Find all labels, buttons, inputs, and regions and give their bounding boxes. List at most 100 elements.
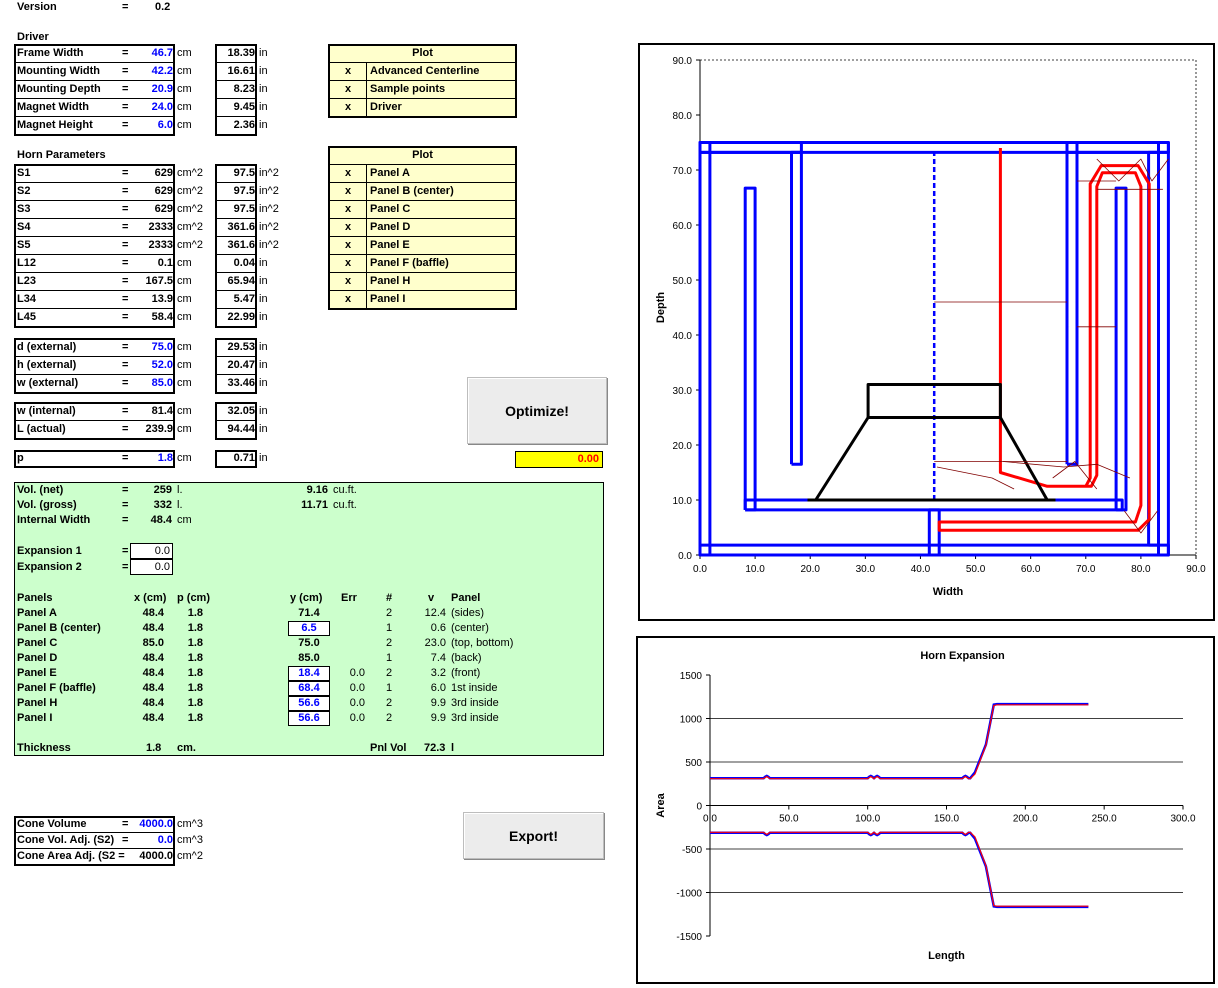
plot-toggle[interactable]: x [330,201,366,219]
row-inch-unit: in^2 [259,221,279,233]
y-tick-label: 20.0 [673,441,693,452]
thickness-value: 1.8 [146,742,162,754]
row-value[interactable]: 46.7 [135,45,173,63]
series-0-line-7 [700,141,803,154]
row-label: L45 [17,311,36,323]
y-tick-label: 50.0 [673,276,693,287]
row-inch-unit: in [259,47,268,59]
plot-toggle[interactable]: x [330,255,366,273]
panel-desc: 3rd inside [451,697,499,709]
p-value[interactable]: 1.8 [135,451,173,469]
plot-toggle[interactable]: x [330,165,366,183]
plot-toggle[interactable]: x [330,237,366,255]
panel-name: Panel F (baffle) [17,682,96,694]
optimize-button[interactable]: Optimize! [467,377,607,444]
row-value: 0.1 [157,257,173,269]
row-inch-value: 18.39 [227,47,255,59]
row-value: 2333 [148,221,173,233]
panel-y-input[interactable]: 68.4 [288,681,330,696]
expansion-2-input[interactable]: 0.0 [130,559,173,575]
x-tick-label: 150.0 [934,814,959,825]
row-inch-value: 8.23 [233,83,255,95]
series-0-lower [710,831,1089,909]
y-tick-label: 90.0 [673,56,693,67]
row-label: Mounting Width [17,65,100,77]
plot-item-label: Panel H [370,275,411,287]
row-unit: cm [177,275,192,287]
x-tick-label: 50.0 [779,814,799,825]
plot-toggle[interactable]: x [330,183,366,201]
cone-label: Cone Area Adj. (S2 = [17,850,125,862]
plot-toggle[interactable]: x [330,219,366,237]
series-0-line-2 [698,141,712,557]
row-eq: = [122,203,129,215]
panel-y-input[interactable]: 56.6 [288,696,330,711]
p-unit: cm [177,452,192,464]
expansion-2-label: Expansion 2 [17,561,82,573]
row-eq: = [122,423,129,435]
panel-y-input[interactable]: 56.6 [288,711,330,726]
row-unit: cm [177,423,192,435]
row-inch-unit: in [259,359,268,371]
row-unit: cm [177,293,192,305]
row-inch-value: 97.5 [233,185,255,197]
row-label: Mounting Depth [17,83,101,95]
plot-area [699,59,1197,556]
row-value[interactable]: 6.0 [135,117,173,135]
expansion-1-label: Expansion 1 [17,545,82,557]
panel-v: 9.9 [430,712,446,724]
row-value[interactable]: 75.0 [135,339,173,357]
driver-title: Driver [17,31,49,43]
panel-y: 71.4 [298,607,320,619]
header-v: v [428,592,435,604]
export-button[interactable]: Export! [463,812,604,859]
panel-y: 85.0 [298,652,320,664]
cone-unit: cm^3 [177,834,203,846]
cone-value[interactable]: 4000.0 [128,818,173,831]
row-value[interactable]: 52.0 [135,357,173,375]
row-value[interactable]: 42.2 [135,63,173,81]
series-0-line-5 [743,186,757,512]
expansion-1-input[interactable]: 0.0 [130,543,173,559]
row-value[interactable]: 20.9 [135,81,173,99]
x-tick-label: 200.0 [1013,814,1038,825]
panel-p: 1.8 [187,637,203,649]
panel-name: Panel C [17,637,58,649]
row-unit: cm^2 [177,167,203,179]
x-tick-label: 0.0 [703,814,717,825]
series-0-line-11 [1114,186,1128,512]
row-inch-value: 33.46 [227,377,255,389]
thickness-unit: cm. [177,742,196,754]
plot-toggle[interactable]: x [330,81,366,99]
row-value[interactable]: 24.0 [135,99,173,117]
vol-net-value: 259 [153,484,172,496]
row-value[interactable]: 85.0 [135,375,173,393]
row-inch-unit: in [259,257,268,269]
panel-x: 48.4 [142,607,164,619]
version-label: Version [17,1,57,13]
panel-y-input[interactable]: 18.4 [288,666,330,681]
plot-toggle[interactable]: x [330,99,366,117]
cone-value[interactable]: 0.0 [128,834,173,847]
panel-err: 0.0 [349,667,365,679]
panel-p: 1.8 [187,622,203,634]
row-inch-unit: in^2 [259,203,279,215]
x-tick-label: 10.0 [745,564,765,575]
plot-item-label: Driver [370,101,402,113]
panel-name: Panel H [17,697,58,709]
row-label: S4 [17,221,31,233]
panel-name: Panel B (center) [17,622,101,634]
row-label: S1 [17,167,31,179]
plot-toggle[interactable]: x [330,291,366,309]
chart-cross-section: 0.0 10.0 20.0 30.0 40.0 50.0 60.0 70.0 80.0 90.0 0… [655,56,1206,598]
plot-toggle[interactable]: x [330,63,366,81]
row-inch-value: 16.61 [227,65,255,77]
row-unit: cm^2 [177,239,203,251]
plot-item-label: Sample points [370,83,446,95]
row-unit: cm [177,257,192,269]
plot-toggle[interactable]: x [330,273,366,291]
y-tick-label: 500 [685,758,702,769]
panel-y-input[interactable]: 6.5 [288,621,330,636]
plot-item-label: Panel F (baffle) [370,257,449,269]
series-3-line-1 [814,416,1049,501]
